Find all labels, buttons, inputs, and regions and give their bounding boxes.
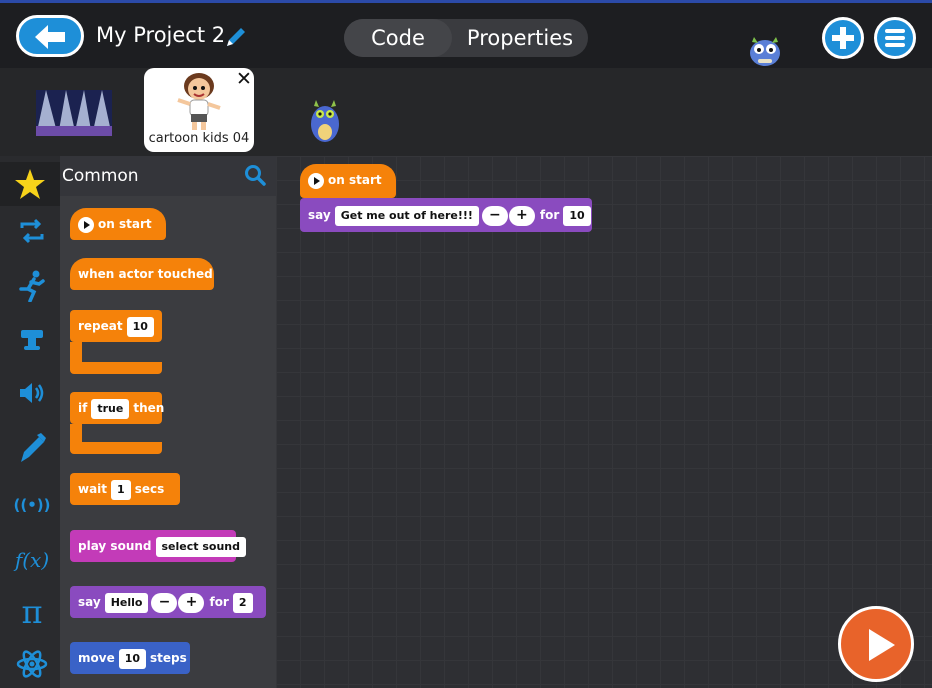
- palette-header: Common: [60, 156, 276, 196]
- project-title[interactable]: My Project 2: [96, 23, 225, 47]
- script-say-text-input[interactable]: Get me out of here!!!: [334, 205, 479, 226]
- plus-icon[interactable]: +: [178, 592, 205, 613]
- script-on-start-block[interactable]: on start: [300, 164, 396, 198]
- move-steps-input[interactable]: 10: [118, 648, 147, 669]
- wait-seconds-input[interactable]: 1: [111, 479, 131, 500]
- add-button[interactable]: [822, 17, 864, 59]
- actor-name-label: cartoon kids 04: [148, 131, 250, 146]
- block-label: if: [78, 401, 88, 415]
- actor-bar: ✕ cartoon kids 04: [0, 68, 932, 156]
- menu-icon: [885, 29, 905, 47]
- category-common[interactable]: [0, 162, 60, 206]
- category-sound[interactable]: [12, 378, 52, 418]
- menu-button[interactable]: [874, 17, 916, 59]
- cartoon-kid-icon: [177, 73, 221, 130]
- block-palette: Common on start when actor touched repea…: [60, 156, 276, 688]
- say-text-input[interactable]: Hello: [104, 592, 149, 613]
- top-bar: My Project 2 Code Properties: [0, 0, 932, 68]
- block-repeat[interactable]: repeat 10: [70, 310, 162, 342]
- actor-card-selected[interactable]: ✕ cartoon kids 04: [144, 68, 254, 152]
- broadcast-icon[interactable]: ((•)): [12, 490, 52, 530]
- script-canvas[interactable]: on start say Get me out of here!!! − + for 10: [276, 156, 932, 688]
- block-label: on start: [98, 217, 152, 231]
- repeat-block-arm: [70, 342, 82, 364]
- block-label: say: [308, 208, 331, 222]
- block-label-for: for: [209, 595, 229, 609]
- function-icon[interactable]: f(x): [12, 542, 52, 582]
- block-if-then[interactable]: if true then: [70, 392, 165, 424]
- sound-select-input[interactable]: select sound: [155, 536, 246, 557]
- plus-icon[interactable]: +: [508, 205, 535, 226]
- search-icon[interactable]: [244, 164, 266, 186]
- block-label: repeat: [78, 319, 123, 333]
- block-label: wait: [78, 482, 108, 496]
- say-duration-input[interactable]: 2: [232, 592, 253, 613]
- tab-properties[interactable]: Properties: [452, 19, 588, 57]
- remove-actor-button[interactable]: ✕: [236, 68, 252, 90]
- block-on-start[interactable]: on start: [70, 208, 166, 240]
- play-button[interactable]: [838, 606, 914, 682]
- category-motion[interactable]: [12, 270, 52, 310]
- block-label-for: for: [539, 208, 560, 222]
- view-switcher: Code Properties: [344, 19, 588, 57]
- play-icon: [308, 172, 324, 189]
- back-button[interactable]: [16, 15, 84, 57]
- block-play-sound[interactable]: play sound select sound: [70, 530, 246, 562]
- block-label-unit: secs: [134, 482, 165, 496]
- pencil-icon[interactable]: [224, 25, 248, 49]
- sound-icon: [20, 383, 44, 403]
- pi-icon[interactable]: π: [12, 594, 52, 634]
- script-say-duration-input[interactable]: 10: [563, 205, 591, 226]
- if-block-arm: [70, 424, 82, 444]
- monster-actor-thumbnail[interactable]: [306, 94, 344, 146]
- atom-icon: [16, 650, 48, 678]
- star-icon: [15, 169, 45, 199]
- minus-icon[interactable]: −: [151, 592, 178, 613]
- if-block-foot: [70, 442, 162, 454]
- monster-avatar-icon[interactable]: [744, 29, 786, 67]
- arrow-left-icon: [35, 25, 65, 49]
- play-icon: [78, 216, 94, 233]
- app-root: My Project 2 Code Properties ✕ cartoon k…: [0, 0, 932, 688]
- loop-icon: [20, 218, 44, 244]
- block-label: move: [78, 651, 115, 665]
- block-move[interactable]: move 10 steps: [70, 642, 190, 674]
- block-label: when actor touched: [78, 267, 213, 281]
- plus-icon: [832, 27, 854, 49]
- category-pen[interactable]: [12, 432, 52, 472]
- pen-icon: [21, 433, 46, 462]
- script-say-block[interactable]: say Get me out of here!!! − + for 10: [300, 198, 592, 232]
- block-when-actor-touched[interactable]: when actor touched: [70, 258, 214, 290]
- block-label-unit: steps: [150, 651, 187, 665]
- block-say[interactable]: say Hello − + for 2: [70, 586, 266, 618]
- category-control[interactable]: [12, 216, 52, 256]
- stage-thumbnail[interactable]: [36, 90, 112, 136]
- block-label: on start: [328, 173, 382, 187]
- tab-code[interactable]: Code: [344, 19, 452, 57]
- running-icon: [19, 270, 45, 303]
- block-label: play sound: [78, 539, 152, 553]
- category-physics[interactable]: [12, 648, 52, 688]
- block-label-then: then: [133, 401, 165, 415]
- block-label: say: [78, 595, 101, 609]
- category-rail: ((•)) f(x) π: [0, 156, 60, 688]
- repeat-count-input[interactable]: 10: [126, 316, 154, 337]
- block-wait[interactable]: wait 1 secs: [70, 473, 180, 505]
- repeat-block-foot: [70, 362, 162, 374]
- category-looks[interactable]: [12, 324, 52, 364]
- looks-icon: [21, 330, 43, 350]
- minus-icon[interactable]: −: [481, 205, 508, 226]
- if-condition-input[interactable]: true: [91, 398, 130, 419]
- palette-category-title: Common: [62, 166, 139, 186]
